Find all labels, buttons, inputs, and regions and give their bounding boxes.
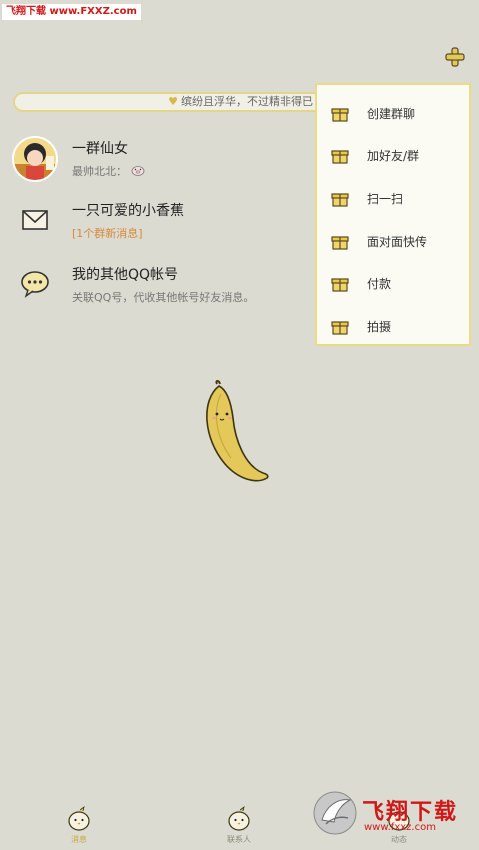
tab-label: 联系人 xyxy=(227,835,251,844)
chick-icon xyxy=(228,806,250,831)
add-menu-button[interactable] xyxy=(445,47,465,67)
conversation-title: 一只可爱的小香蕉 xyxy=(72,203,184,219)
conversation-subtitle: [1个群新消息] xyxy=(72,227,143,240)
menu-item-pay[interactable]: 付款 xyxy=(317,263,469,303)
heart-icon: ♥ xyxy=(168,95,178,108)
conversation-title: 一群仙女 xyxy=(72,141,128,157)
gift-icon xyxy=(331,108,349,122)
menu-item-face-transfer[interactable]: 面对面快传 xyxy=(317,221,469,261)
plus-icon xyxy=(445,47,465,67)
tab-label: 消息 xyxy=(71,835,87,844)
signature-text: 缤纷且浮华，不过精非得已 xyxy=(181,95,313,108)
pig-emoji-icon xyxy=(131,166,144,176)
conversation-subtitle: 关联QQ号，代收其他帐号好友消息。 xyxy=(72,291,255,304)
gift-icon xyxy=(331,150,349,164)
menu-item-shoot[interactable]: 拍摄 xyxy=(317,306,469,346)
menu-item-label: 付款 xyxy=(367,277,392,291)
signature-bar[interactable]: ♥ 缤纷且浮华，不过精非得已 xyxy=(13,92,343,112)
chat-bubble-icon xyxy=(12,260,58,306)
menu-item-label: 拍摄 xyxy=(367,320,392,334)
conversation-subtitle: 最帅北北： xyxy=(72,163,145,179)
group-avatar xyxy=(12,136,58,182)
chick-icon xyxy=(68,806,90,831)
gift-icon xyxy=(331,321,349,335)
gift-icon xyxy=(331,236,349,250)
menu-item-label: 扫一扫 xyxy=(367,192,404,206)
menu-item-label: 加好友/群 xyxy=(367,149,420,163)
fxxz-logo-icon xyxy=(313,791,357,835)
gift-icon xyxy=(331,193,349,207)
conversation-title: 我的其他QQ帐号 xyxy=(72,267,179,283)
menu-item-add-friend[interactable]: 加好友/群 xyxy=(317,135,469,175)
watermark-url: www.fxxz.com xyxy=(364,822,436,833)
watermark-top: 飞翔下载 www.FXXZ.com xyxy=(2,4,141,20)
banana-illustration xyxy=(206,380,269,482)
menu-item-label: 面对面快传 xyxy=(367,235,428,249)
conversation-item[interactable]: 一只可爱的小香蕉 [1个群新消息] xyxy=(0,193,330,253)
tab-contacts[interactable]: 联系人 xyxy=(209,806,269,850)
menu-item-create-group[interactable]: 创建群聊 xyxy=(317,93,469,133)
tab-messages[interactable]: 消息 xyxy=(49,806,109,850)
subtitle-text: 最帅北北： xyxy=(72,165,127,178)
envelope-icon xyxy=(12,197,58,243)
gift-icon xyxy=(331,278,349,292)
conversation-item[interactable]: 我的其他QQ帐号 关联QQ号，代收其他帐号好友消息。 xyxy=(0,256,330,316)
menu-item-label: 创建群聊 xyxy=(367,107,416,121)
menu-item-scan[interactable]: 扫一扫 xyxy=(317,178,469,218)
watermark-logo: 飞翔下载 www.fxxz.com xyxy=(312,790,472,838)
add-dropdown-menu: 创建群聊 加好友/群 扫一扫 面对面快传 付款 拍摄 xyxy=(315,83,471,346)
conversation-item[interactable]: 一群仙女 最帅北北： xyxy=(0,130,330,190)
